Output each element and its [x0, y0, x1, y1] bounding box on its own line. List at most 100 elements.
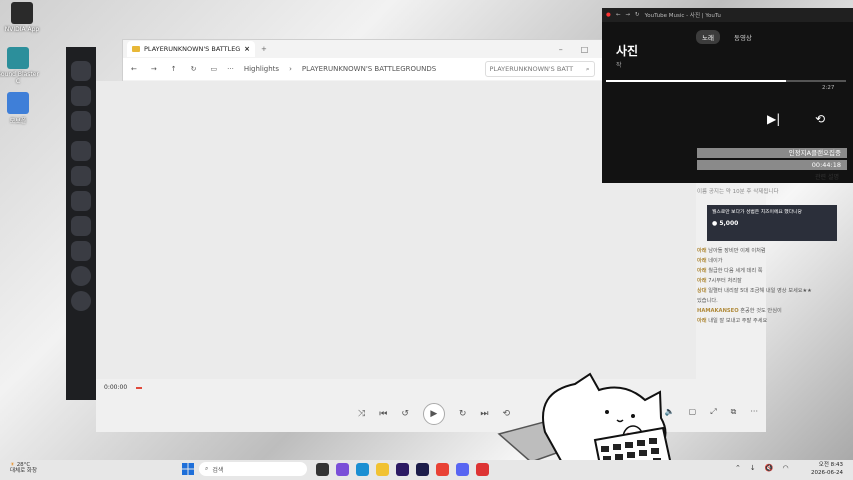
seek-bar[interactable]	[136, 387, 142, 389]
file-explorer-icon[interactable]	[376, 463, 389, 476]
desktop-icon-soundblaster[interactable]: Sound Blaster C	[0, 47, 40, 85]
server-icon[interactable]	[71, 86, 91, 106]
mute-icon[interactable]: 🔇	[765, 464, 774, 472]
edge-icon[interactable]	[356, 463, 369, 476]
server-icon[interactable]	[71, 141, 91, 161]
chat-nick[interactable]: 아래	[697, 258, 707, 264]
ytm-titlebar: ● ← → ↻ YouTube Music - 사진 | YouTu	[602, 8, 853, 22]
tab-video[interactable]: 동영상	[728, 30, 758, 44]
refresh-icon[interactable]: ↻	[191, 65, 197, 73]
desktop-icon-file[interactable]: 모보폴	[0, 92, 40, 125]
taskbar-clock[interactable]: 오전 8:43 2026-06-24	[811, 461, 843, 477]
refresh-icon[interactable]: ↻	[635, 12, 640, 18]
chrome-icon[interactable]	[436, 463, 449, 476]
wifi-icon[interactable]: ◠	[782, 464, 788, 472]
more-icon[interactable]: ···	[227, 65, 234, 73]
discord-sidebar	[66, 47, 96, 400]
repeat-icon[interactable]: ⟲	[815, 112, 825, 126]
weather-widget[interactable]: ☀ 28°C 대체로 화창	[10, 462, 37, 474]
stream-title: 인정지A클랜오집중	[697, 148, 847, 158]
search-icon: ⌕	[585, 64, 590, 73]
chat-message: HAMAKANSEO 혼공한 것도 안심이	[697, 307, 847, 314]
chat-overlay: 인정지A클랜오집중 00:44:18 관련 설명 이름 공지는 약 10분 후 …	[697, 148, 847, 327]
chat-nick[interactable]: 상대	[697, 288, 707, 294]
chat-text: 남아돌 장비만 이제 이처럼	[708, 248, 766, 254]
chat-message: 있습니다.	[697, 297, 847, 304]
minimize-icon[interactable]: –	[559, 45, 563, 54]
rewind-icon[interactable]: ↺	[401, 409, 409, 419]
chat-message: 아래 7시부터 처리잘	[697, 277, 847, 284]
chat-message: 아래 월급한 다음 세게 데리 쭉	[697, 267, 847, 274]
copilot-icon[interactable]	[336, 463, 349, 476]
chat-text: 일렬터 내리잘 5대 조금해 내일 영상 보세요★★	[708, 288, 812, 294]
coin-icon: ●	[712, 220, 718, 227]
explorer-tab[interactable]: PLAYERUNKNOWN'S BATTLEG ×	[127, 41, 255, 57]
discord-home-icon[interactable]	[71, 61, 91, 81]
chat-message: 상대 일렬터 내리잘 5대 조금해 내일 영상 보세요★★	[697, 287, 847, 294]
play-button[interactable]: ▶	[422, 403, 445, 425]
previous-icon[interactable]: ⏮	[379, 409, 387, 419]
server-icon[interactable]	[71, 216, 91, 236]
document-icon	[7, 92, 29, 114]
address-field[interactable]: ▭ ··· Highlights › PLAYERUNKNOWN'S BATTL…	[211, 65, 471, 73]
back-icon[interactable]: ←	[616, 12, 621, 18]
nvidia-icon	[11, 2, 33, 24]
chat-text: 7시부터 처리잘	[708, 278, 742, 284]
server-icon[interactable]	[71, 191, 91, 211]
chat-nick[interactable]: HAMAKANSEO	[697, 308, 739, 314]
folder-icon	[132, 46, 140, 52]
search-field[interactable]: PLAYERUNKNOWN'S BATT ⌕	[484, 61, 595, 77]
download-icon[interactable]: ↓	[750, 464, 756, 472]
explore-icon[interactable]	[71, 291, 91, 311]
monitor-icon: ▭	[210, 65, 218, 73]
forward-icon[interactable]: →	[625, 12, 630, 18]
chevron-right-icon: ›	[289, 65, 292, 73]
media-app-icon[interactable]	[476, 463, 489, 476]
taskbar-search[interactable]: ⌕ 검색	[199, 462, 307, 476]
more-icon[interactable]: ···	[750, 407, 758, 417]
chat-nick[interactable]: 아래	[697, 248, 707, 254]
close-tab-icon[interactable]: ×	[244, 45, 250, 53]
fullscreen-icon[interactable]: ⤢	[710, 407, 716, 417]
discord-icon[interactable]	[456, 463, 469, 476]
add-server-icon[interactable]	[71, 266, 91, 286]
back-icon[interactable]: ←	[131, 65, 137, 73]
chat-text: 내일 잘 보내고 주말 주세요	[708, 318, 768, 324]
progress-bar[interactable]	[606, 80, 846, 82]
desktop-icon-nvidia[interactable]: NVIDIA App	[0, 2, 44, 33]
forward-skip-icon[interactable]: ↻	[459, 409, 467, 419]
premiere-icon[interactable]	[396, 463, 409, 476]
pip-icon[interactable]: ⧉	[731, 407, 737, 417]
next-icon[interactable]: ▶|	[767, 112, 780, 126]
chat-subtitle: 관련 설명	[815, 174, 839, 181]
task-view-icon[interactable]	[316, 463, 329, 476]
shuffle-icon[interactable]: ⤨	[358, 409, 365, 419]
chat-message: 아래 네이가	[697, 257, 847, 264]
chat-text: 있습니다.	[697, 298, 718, 304]
maximize-icon[interactable]: □	[581, 45, 589, 54]
chat-list: 아래 남아돌 장비만 이제 이처럼 아래 네이가 아래 월급한 다음 세게 데리 쭉…	[697, 247, 847, 324]
server-icon[interactable]	[71, 166, 91, 186]
breadcrumb-folder[interactable]: PLAYERUNKNOWN'S BATTLEGROUNDS	[302, 65, 436, 73]
up-icon[interactable]: ↑	[171, 65, 177, 73]
playback-time: 0:00:00	[104, 384, 128, 391]
forward-icon[interactable]: →	[151, 65, 157, 73]
chevron-up-icon[interactable]: ⌃	[735, 464, 741, 472]
stream-timer: 00:44:18	[697, 160, 847, 170]
server-icon[interactable]	[71, 111, 91, 131]
breadcrumb-highlights[interactable]: Highlights	[244, 65, 279, 73]
taskbar-apps	[316, 463, 489, 476]
new-tab-icon[interactable]: +	[261, 45, 267, 53]
server-icon[interactable]	[71, 241, 91, 261]
next-icon[interactable]: ⏭	[480, 409, 488, 419]
artist-name: 작	[616, 62, 622, 69]
chat-text: 월급한 다음 세게 데리 쭉	[708, 268, 763, 274]
chat-nick[interactable]: 아래	[697, 268, 707, 274]
duration: 2:27	[822, 85, 835, 91]
tab-song[interactable]: 노래	[696, 30, 720, 44]
chat-nick[interactable]: 아래	[697, 318, 707, 324]
after-effects-icon[interactable]	[416, 463, 429, 476]
chat-nick[interactable]: 아래	[697, 278, 707, 284]
address-bar: ← → ↑ ↻ ▭ ··· Highlights › PLAYERUNKNOWN…	[123, 58, 623, 80]
windows-start-icon[interactable]	[182, 463, 194, 475]
